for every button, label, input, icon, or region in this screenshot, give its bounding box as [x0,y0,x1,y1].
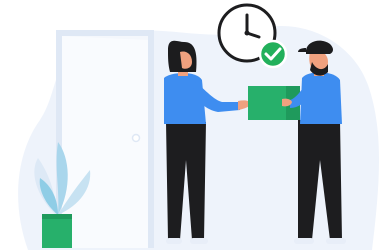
illustration-canvas [18,3,379,250]
check-icon [258,39,288,69]
delivery-illustration [0,0,384,250]
